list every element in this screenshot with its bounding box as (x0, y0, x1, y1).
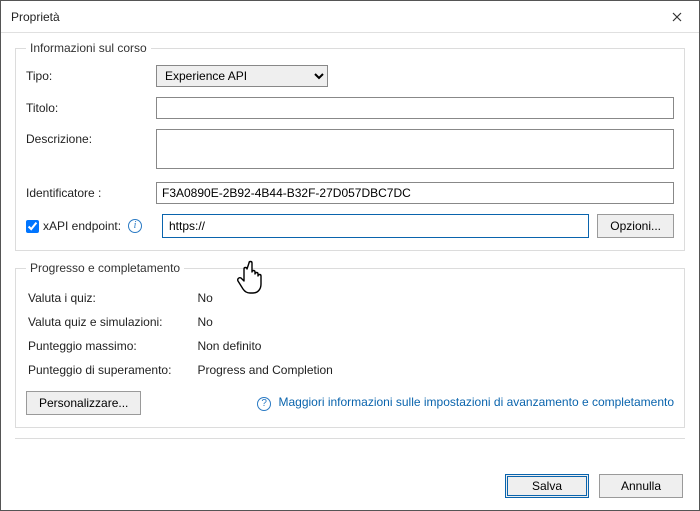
window-title: Proprietà (11, 10, 60, 24)
close-button[interactable] (655, 1, 699, 32)
course-info-group: Informazioni sul corso Tipo: Experience … (15, 41, 685, 251)
xapi-endpoint-label: xAPI endpoint: (43, 219, 121, 233)
identifier-label: Identificatore : (26, 186, 156, 200)
xapi-checkbox[interactable] (26, 220, 39, 233)
max-score-value: Non definito (183, 335, 342, 357)
type-label: Tipo: (26, 69, 156, 83)
pass-score-value: Progress and Completion (183, 359, 342, 381)
dialog-footer: Salva Annulla (505, 474, 683, 498)
xapi-endpoint-input[interactable] (162, 214, 589, 238)
info-icon[interactable]: i (128, 219, 142, 233)
progress-legend: Progresso e completamento (26, 261, 184, 275)
identifier-input[interactable] (156, 182, 674, 204)
dialog-body: Informazioni sul corso Tipo: Experience … (1, 33, 699, 459)
title-input[interactable] (156, 97, 674, 119)
table-row: Punteggio massimo: Non definito (28, 335, 343, 357)
question-icon: ? (257, 397, 271, 411)
description-textarea[interactable] (156, 129, 674, 169)
separator (15, 438, 685, 439)
course-info-legend: Informazioni sul corso (26, 41, 151, 55)
options-button[interactable]: Opzioni... (597, 214, 674, 238)
more-info-link[interactable]: Maggiori informazioni sulle impostazioni… (278, 395, 674, 409)
cancel-button[interactable]: Annulla (599, 474, 683, 498)
customize-button[interactable]: Personalizzare... (26, 391, 141, 415)
progress-table: Valuta i quiz: No Valuta quiz e simulazi… (26, 285, 345, 383)
table-row: Valuta i quiz: No (28, 287, 343, 309)
table-row: Punteggio di superamento: Progress and C… (28, 359, 343, 381)
max-score-label: Punteggio massimo: (28, 335, 181, 357)
eval-quizsim-label: Valuta quiz e simulazioni: (28, 311, 181, 333)
save-button[interactable]: Salva (505, 474, 589, 498)
description-label: Descrizione: (26, 129, 156, 146)
pass-score-label: Punteggio di superamento: (28, 359, 181, 381)
close-icon (672, 12, 682, 22)
properties-dialog: Proprietà Informazioni sul corso Tipo: E… (0, 0, 700, 511)
progress-group: Progresso e completamento Valuta i quiz:… (15, 261, 685, 428)
titlebar: Proprietà (1, 1, 699, 33)
eval-quizsim-value: No (183, 311, 342, 333)
title-label: Titolo: (26, 101, 156, 115)
type-select[interactable]: Experience API (156, 65, 328, 87)
eval-quiz-value: No (183, 287, 342, 309)
eval-quiz-label: Valuta i quiz: (28, 287, 181, 309)
table-row: Valuta quiz e simulazioni: No (28, 311, 343, 333)
